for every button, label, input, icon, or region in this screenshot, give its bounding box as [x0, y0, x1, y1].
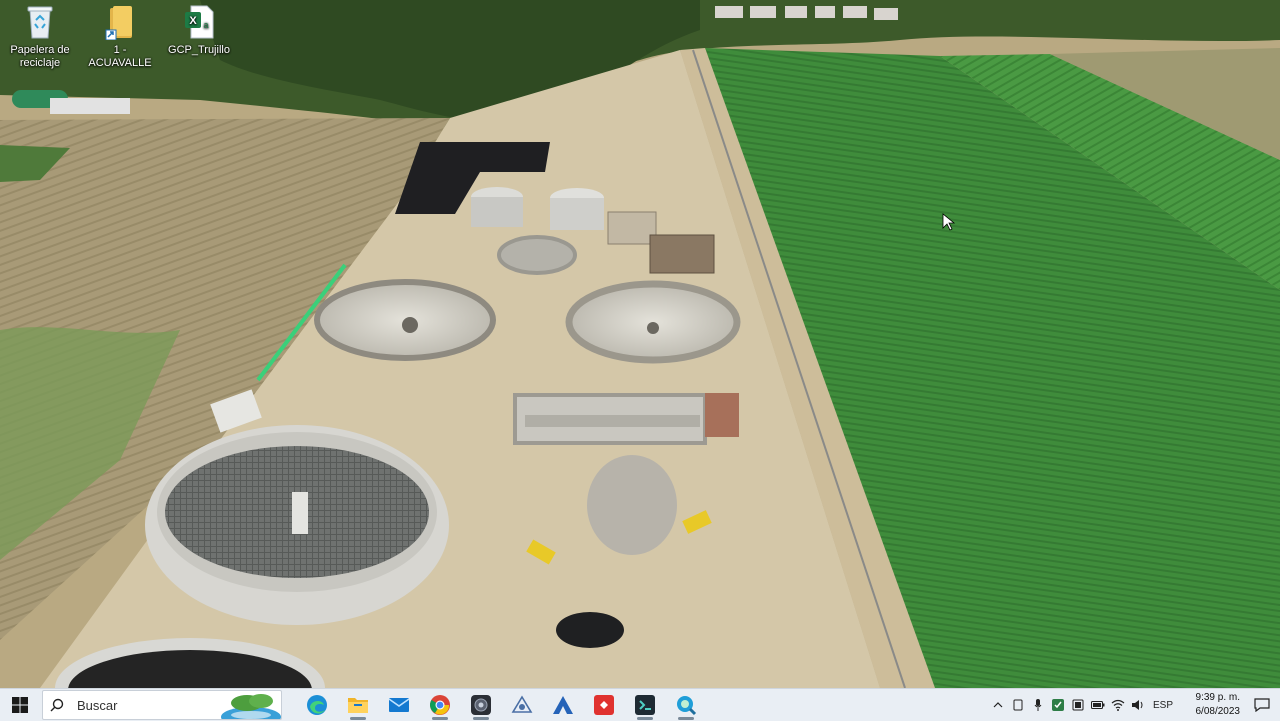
system-tray: ESP 9:39 p. m. 6/08/2023	[988, 689, 1280, 721]
excel-file-icon: X a	[183, 4, 215, 40]
notification-icon	[1254, 698, 1270, 712]
taskbar-app-drive[interactable]	[501, 689, 542, 721]
mail-icon	[388, 698, 409, 712]
anydesk-icon	[593, 695, 614, 715]
folder-icon	[104, 4, 136, 41]
search-app-icon	[676, 696, 696, 716]
taskbar-search[interactable]: Buscar	[42, 690, 282, 720]
desktop-icon-recycle-bin[interactable]: Papelera de reciclaje	[4, 4, 76, 70]
microphone-icon[interactable]	[1028, 689, 1048, 721]
volume-icon[interactable]	[1128, 689, 1148, 721]
desktop-icon-gcp-trujillo[interactable]: X a GCP_Trujillo	[163, 4, 235, 57]
search-highlight-icon	[221, 694, 281, 719]
taskbar-app-camera[interactable]	[460, 689, 501, 721]
drive-icon	[511, 695, 532, 713]
tray-app-icon[interactable]	[1068, 689, 1088, 721]
taskbar-app-anydesk[interactable]	[583, 689, 624, 721]
input-language[interactable]: ESP	[1148, 700, 1178, 711]
folder-icon	[347, 698, 368, 713]
autodesk-icon	[552, 696, 573, 714]
desktop-icon-label: GCP_Trujillo	[168, 44, 230, 56]
chevron-up-icon[interactable]	[988, 689, 1008, 721]
recycle-bin-icon	[24, 4, 56, 40]
chrome-icon	[429, 695, 450, 715]
desktop-icon-label: Papelera de reciclaje	[10, 44, 70, 69]
desktop-wallpaper	[0, 0, 1280, 688]
svg-text:X: X	[189, 15, 197, 27]
search-icon	[43, 698, 71, 712]
camera-app-icon	[470, 695, 491, 715]
taskbar-app-file-explorer[interactable]	[337, 689, 378, 721]
taskbar-app-chrome[interactable]	[419, 689, 460, 721]
search-placeholder: Buscar	[77, 697, 118, 713]
terminal-icon	[634, 695, 655, 715]
battery-icon[interactable]	[1088, 689, 1108, 721]
desktop-icon-acuavalle[interactable]: 1 - ACUAVALLE	[84, 4, 156, 70]
edge-icon	[306, 695, 327, 715]
start-button[interactable]	[0, 689, 40, 721]
taskbar-app-edge[interactable]	[296, 689, 337, 721]
taskbar-app-terminal[interactable]	[624, 689, 665, 721]
notification-center-button[interactable]	[1244, 689, 1280, 721]
pinned-apps	[296, 689, 706, 721]
device-icon[interactable]	[1008, 689, 1028, 721]
windows-logo-icon	[12, 697, 28, 713]
app-tray-icon[interactable]	[1048, 689, 1068, 721]
clock-date: 6/08/2023	[1195, 706, 1241, 717]
taskbar: Buscar ESP 9:39 p. m. 6/08/2023	[0, 688, 1280, 721]
wifi-icon[interactable]	[1108, 689, 1128, 721]
system-clock[interactable]: 9:39 p. m. 6/08/2023	[1178, 691, 1244, 719]
svg-text:a: a	[203, 20, 208, 30]
taskbar-app-search[interactable]	[665, 689, 706, 721]
clock-time: 9:39 p. m.	[1195, 692, 1240, 703]
desktop-icon-label: 1 - ACUAVALLE	[88, 44, 152, 69]
taskbar-app-autodesk[interactable]	[542, 689, 583, 721]
taskbar-app-mail[interactable]	[378, 689, 419, 721]
